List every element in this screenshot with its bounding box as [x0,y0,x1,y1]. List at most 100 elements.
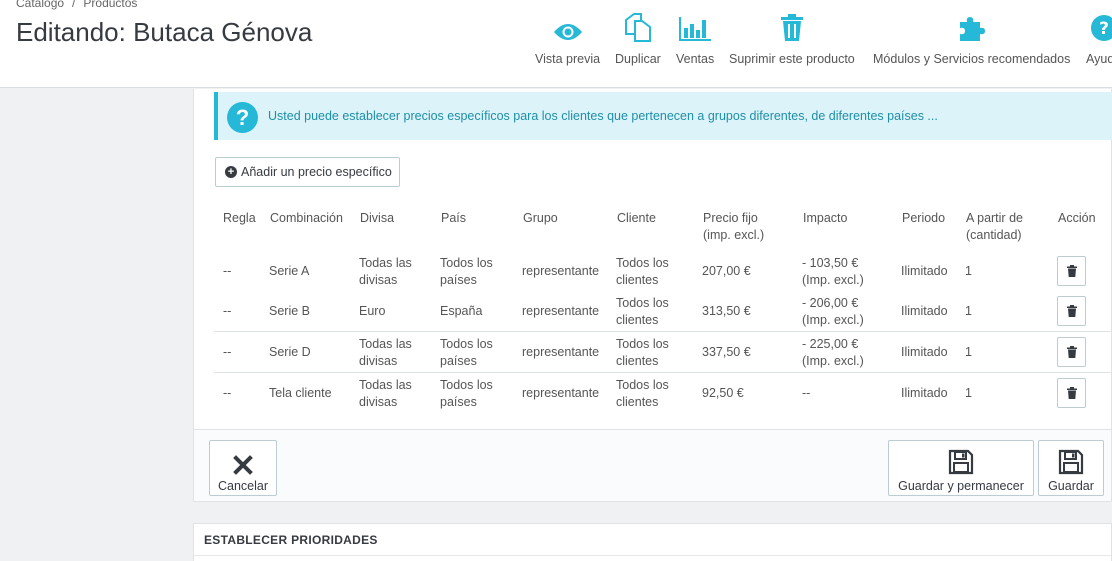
modules-button[interactable]: Módulos y Servicios recomendados [873,10,1070,66]
cell-pais-line1: Todos los [440,378,493,392]
cell-divisa: Todas las divisas [359,377,412,411]
sales-button[interactable]: Ventas [676,10,714,66]
cell-cliente-line1: Todos los [616,256,669,270]
delete-row-button[interactable] [1057,337,1086,367]
cell-periodo: Ilimitado [901,345,948,359]
trash-icon [1066,387,1077,399]
cell-divisa-line1: Todas las [359,337,412,351]
priorities-panel-title: ESTABLECER PRIORIDADES [204,533,378,547]
header-precio-fijo: Precio fijo (imp. excl.) [703,210,764,244]
modules-label: Módulos y Servicios recomendados [873,52,1071,66]
cell-combinacion: Serie A [269,264,310,278]
cell-divisa: Todas las divisas [359,255,412,289]
info-alert-message: Usted puede establecer precios específic… [268,109,938,123]
table-row: -- Tela cliente Todas las divisas Todos l… [214,373,1112,414]
cell-impacto-line1: - 103,50 € [802,256,859,270]
save-button[interactable]: Guardar [1038,440,1104,496]
cell-cliente-line2: clientes [616,354,659,368]
delete-product-button[interactable]: Suprimir este producto [729,10,855,66]
plus-circle-icon: + [225,166,237,178]
breadcrumb: Catálogo / Productos [16,0,137,10]
cell-pais-line2: países [440,395,477,409]
cell-impacto-line1: - 206,00 € [802,296,859,310]
cell-cantidad: 1 [965,386,972,400]
add-specific-price-button[interactable]: + Añadir un precio específico [215,157,400,187]
trash-icon [1066,265,1077,277]
cell-grupo: representante [522,264,600,278]
cancel-label: Cancelar [217,479,269,493]
cell-precio: 313,50 € [702,304,751,318]
preview-button[interactable]: Vista previa [535,10,600,66]
breadcrumb-catalog[interactable]: Catálogo [16,0,64,10]
cell-divisa: Euro [359,304,386,318]
header-periodo: Periodo [902,211,946,225]
priorities-panel: ESTABLECER PRIORIDADES [193,523,1112,561]
header-apartir-line1: A partir de [966,211,1023,225]
cell-divisa: Todas las divisas [359,336,412,370]
delete-row-button[interactable] [1057,378,1086,408]
panel-footer: Cancelar Guardar y permanecer Guardar [194,429,1111,501]
help-icon: ? [1090,15,1112,41]
header-accion: Acción [1058,211,1096,225]
cell-impacto: - 206,00 € (Imp. excl.) [802,295,864,329]
specific-prices-panel: ? Usted puede establecer precios específ… [193,89,1112,502]
table-row: -- Serie D Todas las divisas Todos los paí… [214,332,1112,373]
cell-precio: 92,50 € [702,386,744,400]
info-alert: ? Usted puede establecer precios específ… [214,92,1112,140]
duplicate-button[interactable]: Duplicar [615,10,661,66]
preview-label: Vista previa [535,52,601,66]
header-precio-line1: Precio fijo [703,211,758,225]
cell-grupo: representante [522,386,600,400]
add-specific-price-label: Añadir un precio específico [241,165,392,179]
cell-cliente-line1: Todos los [616,337,669,351]
trash-icon [780,14,803,41]
sales-label: Ventas [676,52,715,66]
cell-cantidad: 1 [965,345,972,359]
cell-periodo: Ilimitado [901,304,948,318]
cell-cliente-line1: Todos los [616,378,669,392]
delete-product-label: Suprimir este producto [729,52,855,66]
cancel-button[interactable]: Cancelar [209,440,277,496]
cell-pais-line1: Todos los [440,337,493,351]
left-gutter [0,89,193,561]
breadcrumb-products[interactable]: Productos [83,0,137,10]
cell-impacto-line2: (Imp. excl.) [802,354,864,368]
cell-regla: -- [223,345,232,359]
header-grupo: Grupo [523,211,558,225]
page-header: Catálogo / Productos Editando: Butaca Géno… [0,0,1112,88]
header-a-partir-de: A partir de (cantidad) [966,210,1023,244]
cell-cliente-line2: clientes [616,395,659,409]
cell-pais-line1: Todos los [440,256,493,270]
cell-divisa-line2: divisas [359,273,398,287]
delete-row-button[interactable] [1057,256,1086,286]
cell-regla: -- [223,304,232,318]
cell-pais: Todos los países [440,336,493,370]
cell-combinacion: Serie B [269,304,310,318]
cell-periodo: Ilimitado [901,264,948,278]
floppy-disk-icon [948,449,974,475]
header-cliente: Cliente [617,211,656,225]
cell-cliente: Todos los clientes [616,336,669,370]
cell-regla: -- [223,386,232,400]
cell-divisa-line2: divisas [359,395,398,409]
duplicate-label: Duplicar [615,52,661,66]
cell-cliente: Todos los clientes [616,295,669,329]
close-icon [233,455,253,475]
header-divisa: Divisa [360,211,395,225]
breadcrumb-separator: / [72,0,76,10]
bar-chart-icon [679,17,712,41]
delete-row-button[interactable] [1057,296,1086,326]
help-button[interactable]: ? Ayuda [1086,10,1112,66]
cell-divisa-line2: divisas [359,354,398,368]
save-label: Guardar [1048,479,1094,493]
table-row: -- Serie A Todas las divisas Todos los paí… [214,251,1112,292]
header-precio-line2: (imp. excl.) [703,228,765,242]
cell-impacto: - 225,00 € (Imp. excl.) [802,336,864,370]
help-label: Ayuda [1086,52,1112,66]
eye-icon [553,24,582,40]
cell-periodo: Ilimitado [901,386,948,400]
save-and-stay-button[interactable]: Guardar y permanecer [888,440,1034,496]
trash-icon [1066,346,1077,358]
cell-divisa-line1: Todas las [359,378,412,392]
header-regla: Regla [223,211,256,225]
